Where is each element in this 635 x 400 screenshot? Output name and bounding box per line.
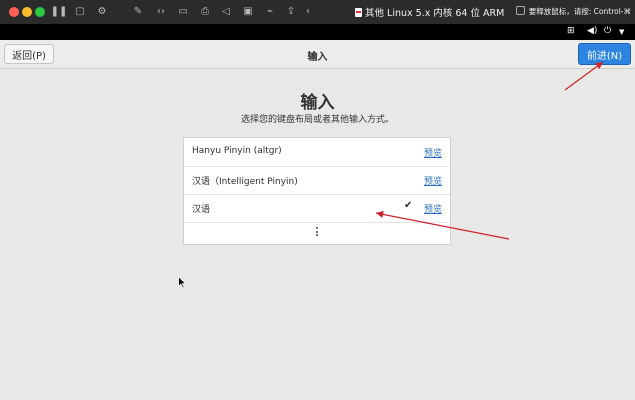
code-icon[interactable]: ‹› <box>153 3 169 19</box>
input-source-list: Hanyu Pinyin (altgr) 预览 汉语（Intelligent P… <box>183 137 451 245</box>
network-icon[interactable]: ⊞ <box>567 26 575 36</box>
volume-icon[interactable]: ◀) <box>587 26 597 36</box>
printer-icon[interactable]: ⎙ <box>197 3 213 19</box>
release-mouse-hint: 要释放鼠标，请按: Control-⌘ <box>528 7 631 16</box>
document-icon <box>355 8 362 17</box>
window-fullscreen-button[interactable] <box>35 7 45 17</box>
mouse-cursor-icon <box>178 276 187 289</box>
input-source-row-selected[interactable]: 汉语 ✔ 预览 <box>184 194 450 223</box>
page-subtitle: 选择您的键盘布局或者其他输入方式。 <box>240 115 394 125</box>
camera-icon[interactable]: ▣ <box>240 3 256 19</box>
input-source-row[interactable]: Hanyu Pinyin (altgr) 预览 <box>184 138 450 167</box>
more-vertical-icon <box>314 226 320 240</box>
chevron-left-icon[interactable]: ‹ <box>300 3 316 19</box>
preview-link[interactable]: 预览 <box>424 174 442 187</box>
power-icon[interactable]: ⏻ <box>604 26 611 36</box>
snapshot-icon[interactable]: ▢ <box>72 3 88 19</box>
input-source-row[interactable]: 汉语（Intelligent Pinyin) 预览 <box>184 166 450 195</box>
checkmark-icon: ✔ <box>404 200 413 211</box>
drive-icon[interactable]: ▭ <box>175 3 191 19</box>
pause-icon[interactable]: ❚❚ <box>51 3 68 19</box>
sound-icon[interactable]: ◁ <box>218 3 234 19</box>
header-bar: 返回(P) 输入 前进(N) <box>0 40 635 69</box>
settings-icon[interactable]: ⚙ <box>94 3 110 19</box>
window-close-button[interactable] <box>9 7 19 17</box>
next-button[interactable]: 前进(N) <box>578 43 631 65</box>
wrench-icon[interactable]: ✎ <box>130 3 146 19</box>
vm-window-titlebar: ❚❚ ▢ ⚙ ✎ ‹› ▭ ⎙ ◁ ▣ ⌁ ⇪ ‹ 其他 Linux 5.x 内… <box>0 0 635 24</box>
usb-icon[interactable]: ⌁ <box>262 3 278 19</box>
gnome-top-bar: ⊞ ◀) ⏻ ▼ <box>0 24 635 40</box>
window-minimize-button[interactable] <box>22 7 32 17</box>
page-title: 输入 <box>300 93 335 113</box>
header-title: 输入 <box>307 52 328 63</box>
window-mode-icon <box>516 6 525 15</box>
preview-link[interactable]: 预览 <box>424 202 442 215</box>
input-source-label: 汉语（Intelligent Pinyin) <box>192 177 298 187</box>
input-source-label: Hanyu Pinyin (altgr) <box>192 146 282 156</box>
share-icon[interactable]: ⇪ <box>283 3 299 19</box>
input-source-label: 汉语 <box>192 205 211 215</box>
more-options-row[interactable] <box>184 222 450 244</box>
vm-window-title-text: 其他 Linux 5.x 内核 64 位 ARM <box>365 8 505 19</box>
chevron-down-icon[interactable]: ▼ <box>619 28 624 36</box>
vm-window-title: 其他 Linux 5.x 内核 64 位 ARM <box>355 5 504 19</box>
preview-link[interactable]: 预览 <box>424 146 442 159</box>
